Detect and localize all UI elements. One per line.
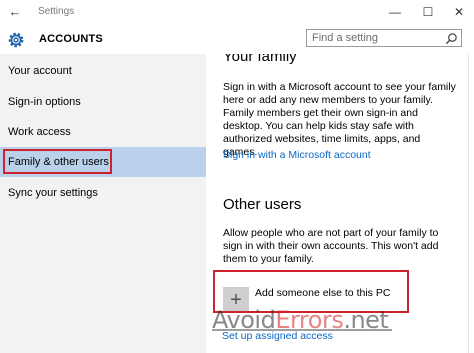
back-arrow-icon[interactable]: ← xyxy=(6,3,24,21)
sidebar: Your account Sign-in options Work access… xyxy=(0,54,206,353)
search-input[interactable]: Find a setting xyxy=(306,29,462,47)
sidebar-item-label: Work access xyxy=(8,126,71,138)
other-users-heading: Other users xyxy=(223,196,302,213)
sidebar-item-label: Sync your settings xyxy=(8,187,98,199)
scrollbar[interactable] xyxy=(468,54,474,353)
sidebar-item-label: Your account xyxy=(8,65,72,77)
search-placeholder: Find a setting xyxy=(312,32,379,44)
sidebar-item-your-account[interactable]: Your account xyxy=(0,56,206,86)
sidebar-item-sync-settings[interactable]: Sync your settings xyxy=(0,178,206,208)
page-title: ACCOUNTS xyxy=(39,33,103,45)
title-bar: ← Settings — ☐ ✕ xyxy=(0,0,474,24)
gear-icon xyxy=(8,32,24,48)
search-icon[interactable] xyxy=(445,32,458,45)
highlight-box xyxy=(3,149,112,174)
your-family-heading: Your family xyxy=(223,54,297,65)
maximize-button[interactable]: ☐ xyxy=(413,2,443,22)
close-button[interactable]: ✕ xyxy=(444,2,474,22)
sign-in-microsoft-link[interactable]: Sign in with a Microsoft account xyxy=(223,149,371,161)
minimize-button[interactable]: — xyxy=(380,2,410,22)
sidebar-item-label: Sign-in options xyxy=(8,96,81,108)
set-up-assigned-access-link[interactable]: Set up assigned access xyxy=(222,330,333,342)
window-title: Settings xyxy=(38,6,75,17)
other-users-description: Allow people who are not part of your fa… xyxy=(223,227,439,265)
your-family-description: Sign in with a Microsoft account to see … xyxy=(223,81,456,158)
sidebar-item-sign-in-options[interactable]: Sign-in options xyxy=(0,87,206,117)
sidebar-item-work-access[interactable]: Work access xyxy=(0,117,206,147)
